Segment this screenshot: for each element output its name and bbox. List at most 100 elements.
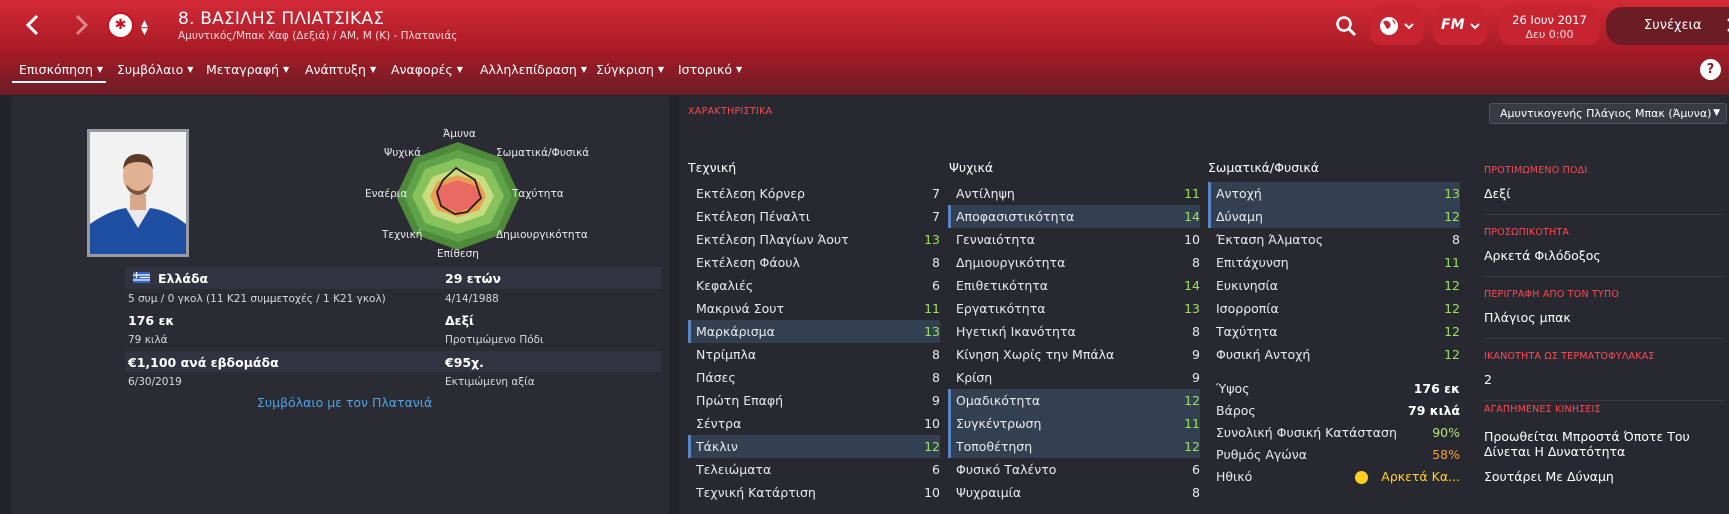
attribute-value: 9 [1192,370,1200,385]
attribute-name: Φυσική Αντοχή [1216,347,1311,362]
radar-label-technique: Τεχνική [382,229,423,241]
attribute-row[interactable]: Τελειώματα 6 [688,458,940,481]
attribute-row[interactable]: Εκτέλεση Πέναλτι 7 [688,205,940,228]
attribute-value: 12 [1184,393,1200,408]
attribute-row[interactable]: Μαρκάρισμα 13 [688,320,940,343]
attribute-row[interactable]: Εργατικότητα 13 [948,297,1200,320]
attribute-value: 13 [1184,301,1200,316]
tab-development[interactable]: Ανάπτυξη ▼ [305,62,376,77]
attribute-value: 10 [1184,232,1200,247]
date-display[interactable]: 26 Ιουν 2017 Δευ 0:00 [1499,7,1600,45]
attribute-row[interactable]: Ευκινησία 12 [1208,274,1460,297]
nationality: Ελλάδα [158,271,209,286]
preferred-foot-label: Προτιμώμενο Πόδι [445,334,544,346]
attribute-value: 6 [932,278,940,293]
forward-button[interactable] [66,10,96,40]
condition-name: Ρυθμός Αγώνα [1216,447,1307,462]
attribute-row[interactable]: Ισορροπία 12 [1208,297,1460,320]
attribute-row[interactable]: Αντίληψη 11 [948,182,1200,205]
media-description-value: Πλάγιος μπακ [1484,310,1571,325]
attribute-row[interactable]: Πάσες 8 [688,366,940,389]
attribute-value: 13 [924,324,940,339]
chevron-down-icon: ▼ [283,65,290,74]
attribute-value: 8 [1452,232,1460,247]
attribute-row[interactable]: Ντρίμπλα 8 [688,343,940,366]
tab-history[interactable]: Ιστορικό ▼ [678,62,742,77]
attribute-name: Εκτέλεση Κόρνερ [696,186,805,201]
role-selector[interactable]: Αμυντικογενής Πλάγιος Μπακ (Άμυνα) ▼ [1489,103,1727,124]
condition-value: 58% [1432,447,1460,462]
back-button[interactable] [18,10,48,40]
media-description-heading: ΠΕΡΙΓΡΑΦΗ ΑΠΟ ΤΟΝ ΤΥΠΟ [1484,289,1620,300]
attribute-name: Εκτέλεση Φάουλ [696,255,800,270]
divider [1484,276,1724,277]
greece-flag-icon [133,272,150,283]
attribute-row[interactable]: Πρώτη Επαφή 9 [688,389,940,412]
attribute-row[interactable]: Γενναιότητα 10 [948,228,1200,251]
condition-name: Ηθικό [1216,469,1253,484]
club-crest-icon[interactable]: ✱ [107,12,134,39]
attribute-row[interactable]: Φυσικό Ταλέντο 6 [948,458,1200,481]
preferred-foot-value: Δεξί [1484,186,1511,201]
estimated-value: €95χ. [445,355,484,370]
chevron-down-icon: ▼ [1713,108,1720,118]
attribute-row[interactable]: Δύναμη 12 [1208,205,1460,228]
tab-contract[interactable]: Συμβόλαιο ▼ [117,62,193,77]
chevron-down-icon: ▼ [657,65,665,74]
attribute-row[interactable]: Εκτέλεση Φάουλ 8 [688,251,940,274]
radar-label-creativity: Δημιουργικότητα [496,229,588,241]
fm-menu-button[interactable]: FM [1433,7,1487,45]
attribute-name: Πάσες [696,370,736,385]
attribute-row[interactable]: Φυσική Αντοχή 12 [1208,343,1460,366]
attribute-row[interactable]: Δημιουργικότητα 8 [948,251,1200,274]
attribute-row[interactable]: Εκτέλεση Κόρνερ 7 [688,182,940,205]
tab-transfer[interactable]: Μεταγραφή ▼ [206,62,289,77]
condition-row: Συνολική Φυσική Κατάσταση 90% [1216,422,1460,444]
attribute-row[interactable]: Τεχνική Κατάρτιση 10 [688,481,940,504]
attribute-value: 7 [932,186,940,201]
attribute-row[interactable]: Σέντρα 10 [688,412,940,435]
attribute-row[interactable]: Μακρινά Σουτ 11 [688,297,940,320]
continue-button[interactable]: Συνέχεια [1606,7,1729,45]
attribute-value: 6 [1192,462,1200,477]
attribute-row[interactable]: Τοποθέτηση 12 [948,435,1200,458]
attribute-row[interactable]: Κρίση 9 [948,366,1200,389]
tab-label: Σύγκριση [596,62,654,77]
attribute-row[interactable]: Συγκέντρωση 11 [948,412,1200,435]
goalkeeping-value: 2 [1484,372,1492,387]
attribute-row[interactable]: Εκτέλεση Πλαγίων Άουτ 13 [688,228,940,251]
tab-comparison[interactable]: Σύγκριση ▼ [596,62,664,77]
current-date: 26 Ιουν 2017 [1512,13,1587,27]
attribute-row[interactable]: Ταχύτητα 12 [1208,320,1460,343]
attribute-name: Αντίληψη [956,186,1015,201]
help-icon[interactable]: ? [1700,59,1721,80]
tab-interaction[interactable]: Αλληλεπίδραση ▼ [480,62,587,77]
tab-overview[interactable]: Επισκόπηση ▼ [19,62,103,77]
attribute-row[interactable]: Ομαδικότητα 12 [948,389,1200,412]
technical-header: Τεχνική [688,160,737,175]
attribute-row[interactable]: Έκταση Άλματος 8 [1208,228,1460,251]
world-menu-button[interactable] [1370,7,1424,45]
condition-name: Συνολική Φυσική Κατάσταση [1216,425,1397,440]
attribute-row[interactable]: Αντοχή 13 [1208,182,1460,205]
condition-name: Ύψος [1216,381,1250,396]
attribute-name: Κίνηση Χωρίς την Μπάλα [956,347,1115,362]
attribute-name: Ισορροπία [1216,301,1279,316]
attribute-row[interactable]: Κεφαλιές 6 [688,274,940,297]
attribute-row[interactable]: Επιτάχυνση 11 [1208,251,1460,274]
attribute-row[interactable]: Επιθετικότητα 14 [948,274,1200,297]
tab-reports[interactable]: Αναφορές ▼ [391,62,463,77]
club-menu-chevron-icon[interactable]: ▲ ▼ [141,20,148,37]
attribute-name: Ντρίμπλα [696,347,757,362]
attribute-row[interactable]: Ψυχραιμία 8 [948,481,1200,504]
attribute-row[interactable]: Κίνηση Χωρίς την Μπάλα 9 [948,343,1200,366]
attribute-row[interactable]: Ηγετική Ικανότητα 8 [948,320,1200,343]
chevron-down-icon: ▼ [580,65,588,74]
attribute-row[interactable]: Αποφασιστικότητα 14 [948,205,1200,228]
attribute-name: Αντοχή [1216,186,1262,201]
contract-link[interactable]: Συμβόλαιο με τον Πλατανιά [257,395,432,410]
attribute-name: Μακρινά Σουτ [696,301,785,316]
search-icon[interactable] [1334,14,1358,38]
attribute-value: 13 [1444,186,1460,201]
attribute-row[interactable]: Τάκλιν 12 [688,435,940,458]
